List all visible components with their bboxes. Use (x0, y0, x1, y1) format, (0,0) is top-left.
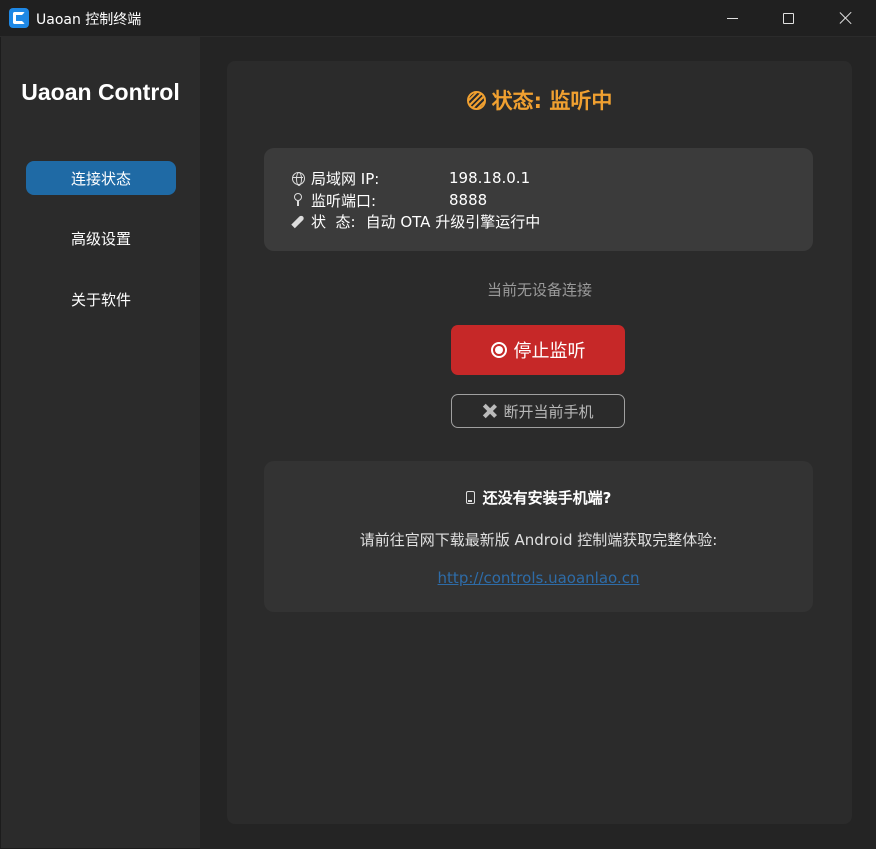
promo-title-text: 还没有安装手机端? (482, 489, 612, 507)
app-logo-icon (9, 8, 29, 28)
disconnect-phone-label: 断开当前手机 (503, 402, 594, 421)
close-button[interactable] (818, 0, 874, 36)
sidebar-item-label: 高级设置 (70, 229, 131, 248)
lightbulb-icon (293, 193, 303, 207)
sidebar-item-label: 关于软件 (70, 290, 131, 309)
disconnect-phone-button[interactable]: 断开当前手机 (451, 394, 625, 428)
record-icon (490, 342, 507, 358)
minimize-button[interactable] (704, 0, 760, 36)
promo-description: 请前往官网下载最新版 Android 控制端获取完整体验: (359, 531, 718, 549)
state-value: 自动 OTA 升级引擎运行中 (365, 212, 541, 231)
promo-title: 还没有安装手机端? (264, 487, 813, 508)
ip-value: 198.18.0.1 (449, 169, 531, 187)
ip-label: 局域网 IP: (311, 169, 380, 188)
maximize-button[interactable] (760, 0, 816, 36)
stop-listening-label: 停止监听 (513, 341, 586, 362)
port-row: 监听端口: 8888 (290, 189, 487, 211)
globe-icon (291, 171, 305, 186)
ip-row: 局域网 IP: 198.18.0.1 (290, 167, 530, 189)
download-link[interactable]: http://controls.uaoanlao.cn (264, 569, 813, 587)
main-panel: 状态: 监听中 局域网 IP: 198.18.0.1 监听端口: 8888 状 … (227, 61, 852, 824)
state-row: 状 态: 自动 OTA 升级引擎运行中 (290, 210, 540, 232)
no-device-text: 当前无设备连接 (486, 281, 592, 299)
title-bar: Uaoan 控制终端 (0, 0, 876, 37)
port-label: 监听端口: (311, 191, 377, 210)
rocket-icon (291, 214, 305, 228)
window-title: Uaoan 控制终端 (36, 12, 142, 28)
sidebar-item-about[interactable]: 关于软件 (26, 282, 176, 316)
stop-listening-button[interactable]: 停止监听 (451, 325, 625, 375)
status-heading: 状态: 监听中 (227, 85, 852, 115)
phone-icon (465, 491, 475, 504)
status-indicator-icon (466, 91, 486, 110)
minimize-icon (726, 17, 738, 19)
maximize-icon (782, 12, 794, 24)
close-icon (839, 11, 853, 25)
sidebar-item-advanced-settings[interactable]: 高级设置 (26, 221, 176, 255)
close-x-icon (482, 403, 498, 419)
brand-title: Uaoan Control (21, 79, 180, 105)
connection-info-card: 局域网 IP: 198.18.0.1 监听端口: 8888 状 态: 自动 OT… (264, 148, 813, 251)
download-promo-card: 还没有安装手机端? 请前往官网下载最新版 Android 控制端获取完整体验: … (264, 461, 813, 612)
port-value: 8888 (449, 191, 488, 209)
sidebar: Uaoan Control 连接状态 高级设置 关于软件 (1, 37, 200, 848)
status-heading-text: 状态: 监听中 (491, 89, 613, 113)
state-label: 状 态: (311, 212, 356, 231)
sidebar-item-connection-status[interactable]: 连接状态 (26, 161, 176, 195)
sidebar-item-label: 连接状态 (70, 169, 131, 188)
